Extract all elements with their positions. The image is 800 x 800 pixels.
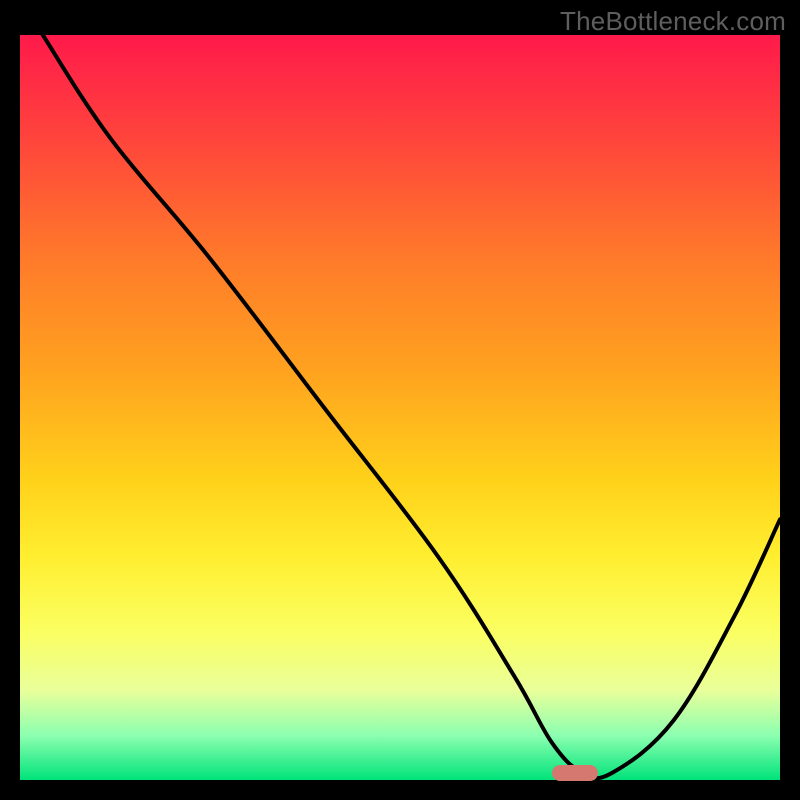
optimum-marker	[552, 765, 598, 781]
chart-frame: TheBottleneck.com	[0, 0, 800, 800]
plot-area	[20, 35, 780, 780]
curve-svg	[20, 35, 780, 780]
bottleneck-curve-path	[43, 35, 780, 778]
watermark-text: TheBottleneck.com	[560, 6, 786, 37]
